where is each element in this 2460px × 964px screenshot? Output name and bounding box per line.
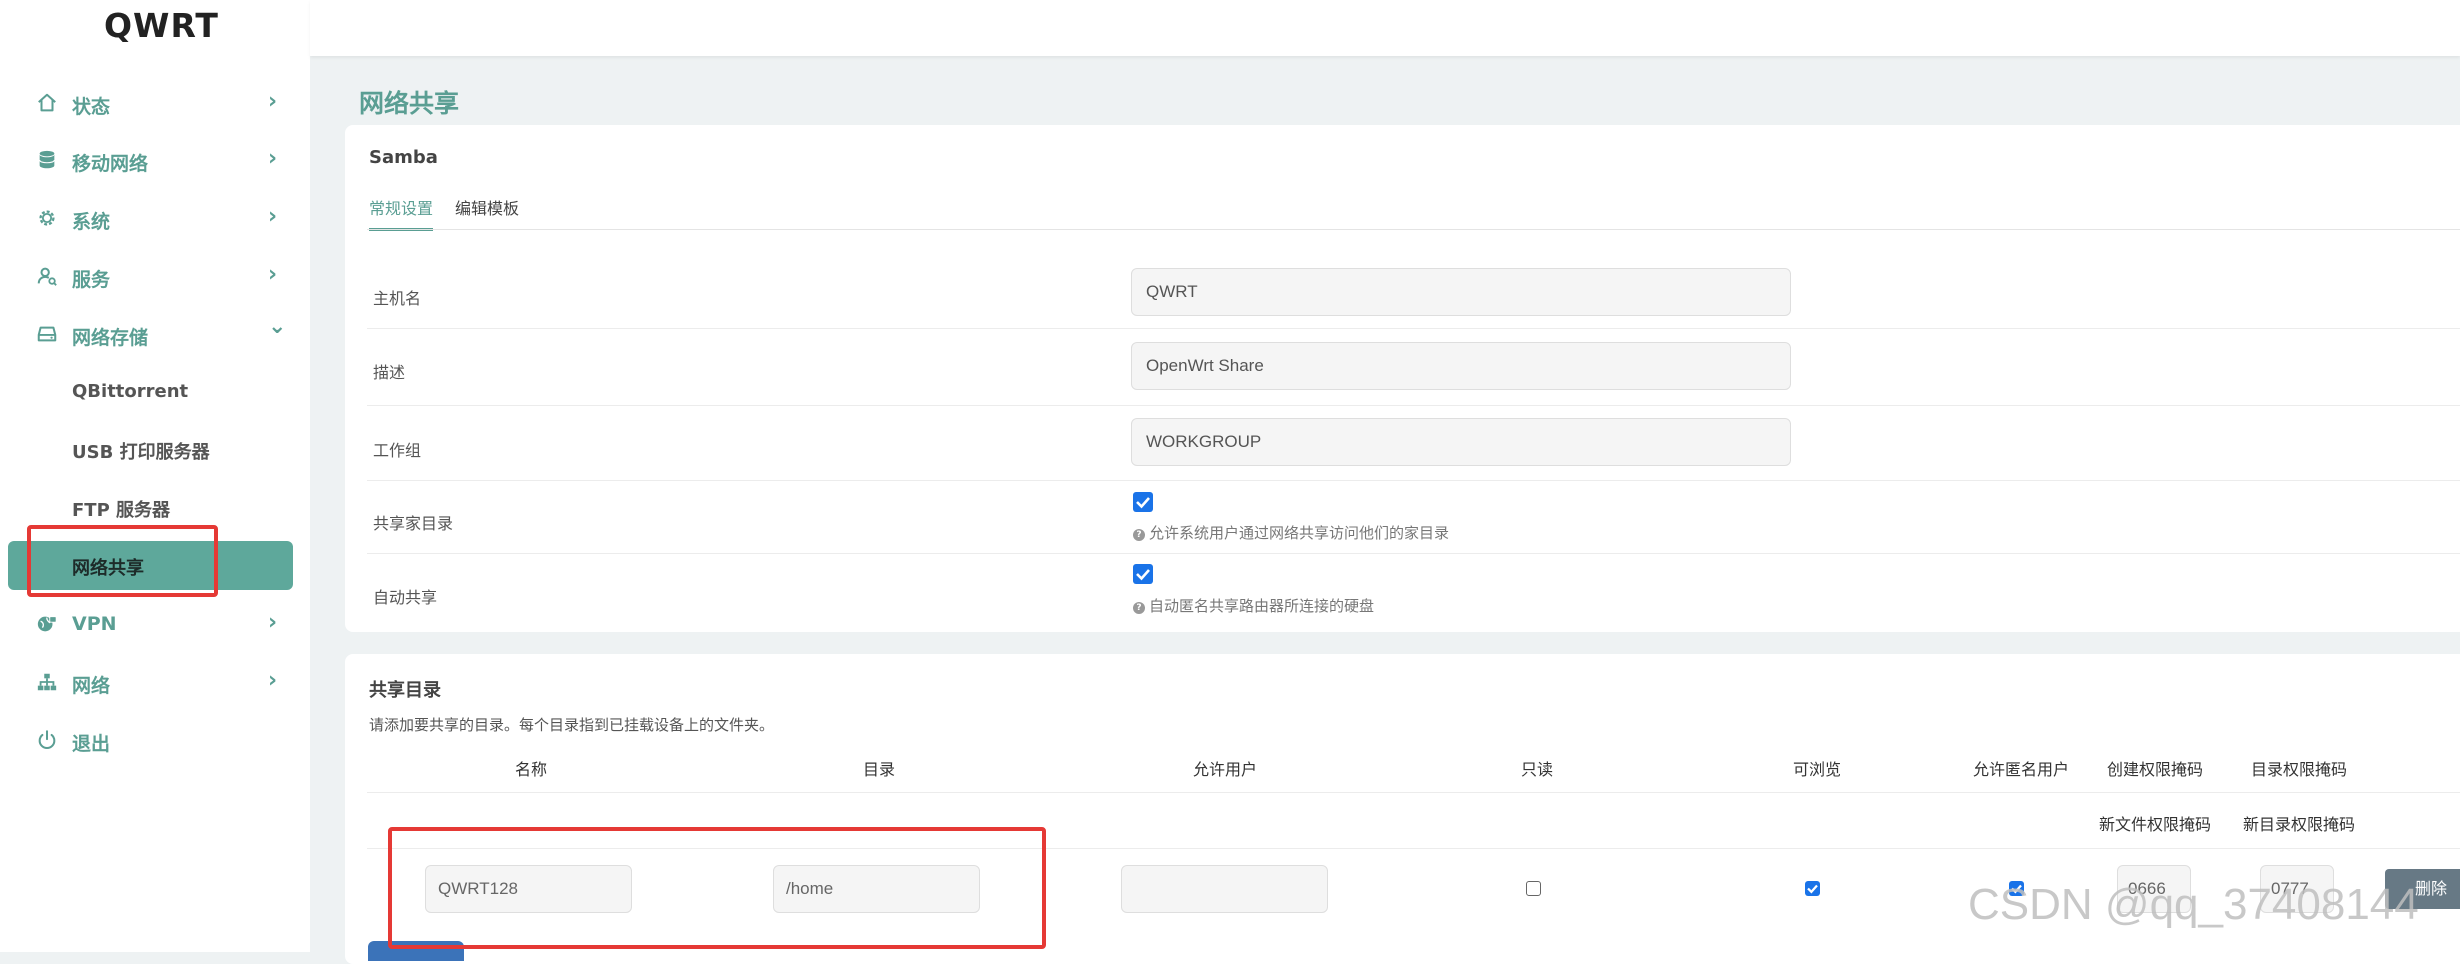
column-header-browseable: 可浏览 bbox=[1792, 760, 1842, 779]
column-header-dir-mask: 目录权限掩码 bbox=[2250, 760, 2348, 779]
field-label: 描述 bbox=[373, 363, 406, 382]
share-path-input[interactable]: /home bbox=[773, 865, 980, 913]
sidebar-item-label: 系统 bbox=[72, 211, 111, 233]
hostname-input[interactable]: QWRT bbox=[1131, 268, 1791, 316]
brand-logo: QWRT bbox=[104, 6, 219, 45]
sidebar-item-mobile-network[interactable]: 移动网络 › bbox=[0, 138, 310, 184]
top-header bbox=[310, 0, 2460, 56]
section-title: Samba bbox=[369, 147, 438, 168]
section-description: 请添加要共享的目录。每个目录指到已挂载设备上的文件夹。 bbox=[369, 716, 775, 734]
power-icon bbox=[36, 729, 60, 753]
sidebar-item-label: 状态 bbox=[72, 96, 111, 118]
sidebar-item-label: 服务 bbox=[72, 269, 111, 291]
share-name-input[interactable]: QWRT128 bbox=[425, 865, 632, 913]
add-button[interactable] bbox=[368, 941, 464, 961]
chevron-right-icon: › bbox=[268, 610, 278, 635]
form-row-auto-share: 自动共享 ? 自动匿名共享路由器所连接的硬盘 bbox=[367, 553, 2460, 631]
sidebar-subitem-label: FTP 服务器 bbox=[72, 500, 171, 521]
field-label: 主机名 bbox=[373, 289, 422, 308]
sidebar-item-network[interactable]: 网络 › bbox=[0, 660, 310, 706]
readonly-checkbox[interactable] bbox=[1526, 881, 1541, 896]
sidebar-subitem-label: USB 打印服务器 bbox=[72, 442, 210, 463]
field-label: 自动共享 bbox=[373, 588, 438, 607]
field-label: 共享家目录 bbox=[373, 514, 454, 533]
description-input[interactable]: OpenWrt Share bbox=[1131, 342, 1791, 390]
sidebar-subitem-label: QBittorrent bbox=[72, 381, 189, 402]
column-header-users: 允许用户 bbox=[1192, 760, 1258, 779]
sidebar-item-label: 网络 bbox=[72, 675, 111, 697]
share-homes-checkbox[interactable] bbox=[1133, 492, 1153, 512]
table-divider bbox=[367, 792, 2460, 793]
form-row-workgroup: 工作组 WORKGROUP bbox=[367, 405, 2460, 481]
chevron-right-icon: › bbox=[268, 262, 278, 287]
sidebar-item-label: 网络存储 bbox=[72, 327, 149, 349]
sidebar-subitem-ftp-server[interactable]: FTP 服务器 bbox=[0, 484, 310, 530]
form-row-description: 描述 OpenWrt Share bbox=[367, 328, 2460, 406]
sidebar-item-network-storage[interactable]: 网络存储 ⌄ bbox=[0, 312, 310, 358]
table-divider bbox=[367, 848, 2460, 849]
tab-general-settings[interactable]: 常规设置 bbox=[369, 195, 434, 231]
home-icon bbox=[36, 92, 60, 116]
column-header-guest: 允许匿名用户 bbox=[1972, 760, 2070, 779]
network-icon bbox=[36, 671, 60, 695]
sidebar-item-logout[interactable]: 退出 bbox=[0, 718, 310, 764]
user-service-icon bbox=[36, 265, 60, 289]
tab-edit-template[interactable]: 编辑模板 bbox=[455, 195, 519, 228]
sidebar-item-services[interactable]: 服务 › bbox=[0, 254, 310, 300]
sidebar-subitem-usb-print-server[interactable]: USB 打印服务器 bbox=[0, 426, 310, 472]
database-icon bbox=[36, 149, 60, 173]
section-title: 共享目录 bbox=[369, 680, 441, 701]
workgroup-input[interactable]: WORKGROUP bbox=[1131, 418, 1791, 466]
sidebar-item-system[interactable]: 系统 › bbox=[0, 196, 310, 242]
form-row-share-homes: 共享家目录 ? 允许系统用户通过网络共享访问他们的家目录 bbox=[367, 480, 2460, 554]
page-title: 网络共享 bbox=[359, 89, 460, 118]
hard-drive-icon bbox=[36, 323, 60, 347]
sidebar-item-label: 退出 bbox=[72, 733, 111, 755]
sidebar-subitem-label: 网络共享 bbox=[72, 558, 144, 579]
field-label: 工作组 bbox=[373, 441, 422, 460]
chevron-right-icon: › bbox=[268, 204, 278, 229]
column-subheader-dir-mask: 新目录权限掩码 bbox=[2242, 815, 2356, 834]
sidebar-item-label: 移动网络 bbox=[72, 153, 149, 175]
column-header-name: 名称 bbox=[514, 760, 548, 779]
sidebar-item-status[interactable]: 状态 › bbox=[0, 81, 310, 127]
chevron-right-icon: › bbox=[268, 668, 278, 693]
help-text: ? 允许系统用户通过网络共享访问他们的家目录 bbox=[1133, 522, 1449, 543]
column-header-create-mask: 创建权限掩码 bbox=[2106, 760, 2204, 779]
chevron-right-icon: › bbox=[268, 89, 278, 114]
question-icon: ? bbox=[1133, 529, 1145, 541]
column-header-readonly: 只读 bbox=[1520, 760, 1554, 779]
sidebar-subitem-qbittorrent[interactable]: QBittorrent bbox=[0, 369, 310, 415]
chevron-right-icon: › bbox=[268, 146, 278, 171]
watermark: CSDN @qq_37408144 bbox=[1968, 880, 2419, 929]
sidebar-item-label: VPN bbox=[72, 613, 117, 635]
share-users-input[interactable] bbox=[1121, 865, 1328, 913]
form-row-hostname: 主机名 QWRT bbox=[367, 256, 2460, 329]
help-text-content: 自动匿名共享路由器所连接的硬盘 bbox=[1149, 597, 1375, 615]
question-icon: ? bbox=[1133, 602, 1145, 614]
help-text-content: 允许系统用户通过网络共享访问他们的家目录 bbox=[1149, 524, 1450, 542]
tab-bar: 常规设置 编辑模板 bbox=[369, 195, 541, 231]
sidebar-subitem-network-share[interactable]: 网络共享 bbox=[8, 541, 293, 590]
column-subheader-create-mask: 新文件权限掩码 bbox=[2098, 815, 2212, 834]
chevron-down-icon: ⌄ bbox=[268, 314, 287, 339]
help-text: ? 自动匿名共享路由器所连接的硬盘 bbox=[1133, 595, 1374, 616]
gear-icon bbox=[36, 207, 60, 231]
browseable-checkbox[interactable] bbox=[1805, 881, 1820, 896]
sidebar: QWRT 状态 › 移动网络 › 系统 › 服务 › 网络存储 ⌄ QBitto… bbox=[0, 0, 310, 952]
samba-card: Samba 常规设置 编辑模板 主机名 QWRT 描述 OpenWrt Share… bbox=[345, 125, 2460, 632]
tab-divider bbox=[367, 229, 2460, 230]
column-header-path: 目录 bbox=[862, 760, 896, 779]
sidebar-item-vpn[interactable]: VPN › bbox=[0, 602, 310, 648]
globe-lock-icon bbox=[36, 613, 60, 637]
auto-share-checkbox[interactable] bbox=[1133, 564, 1153, 584]
